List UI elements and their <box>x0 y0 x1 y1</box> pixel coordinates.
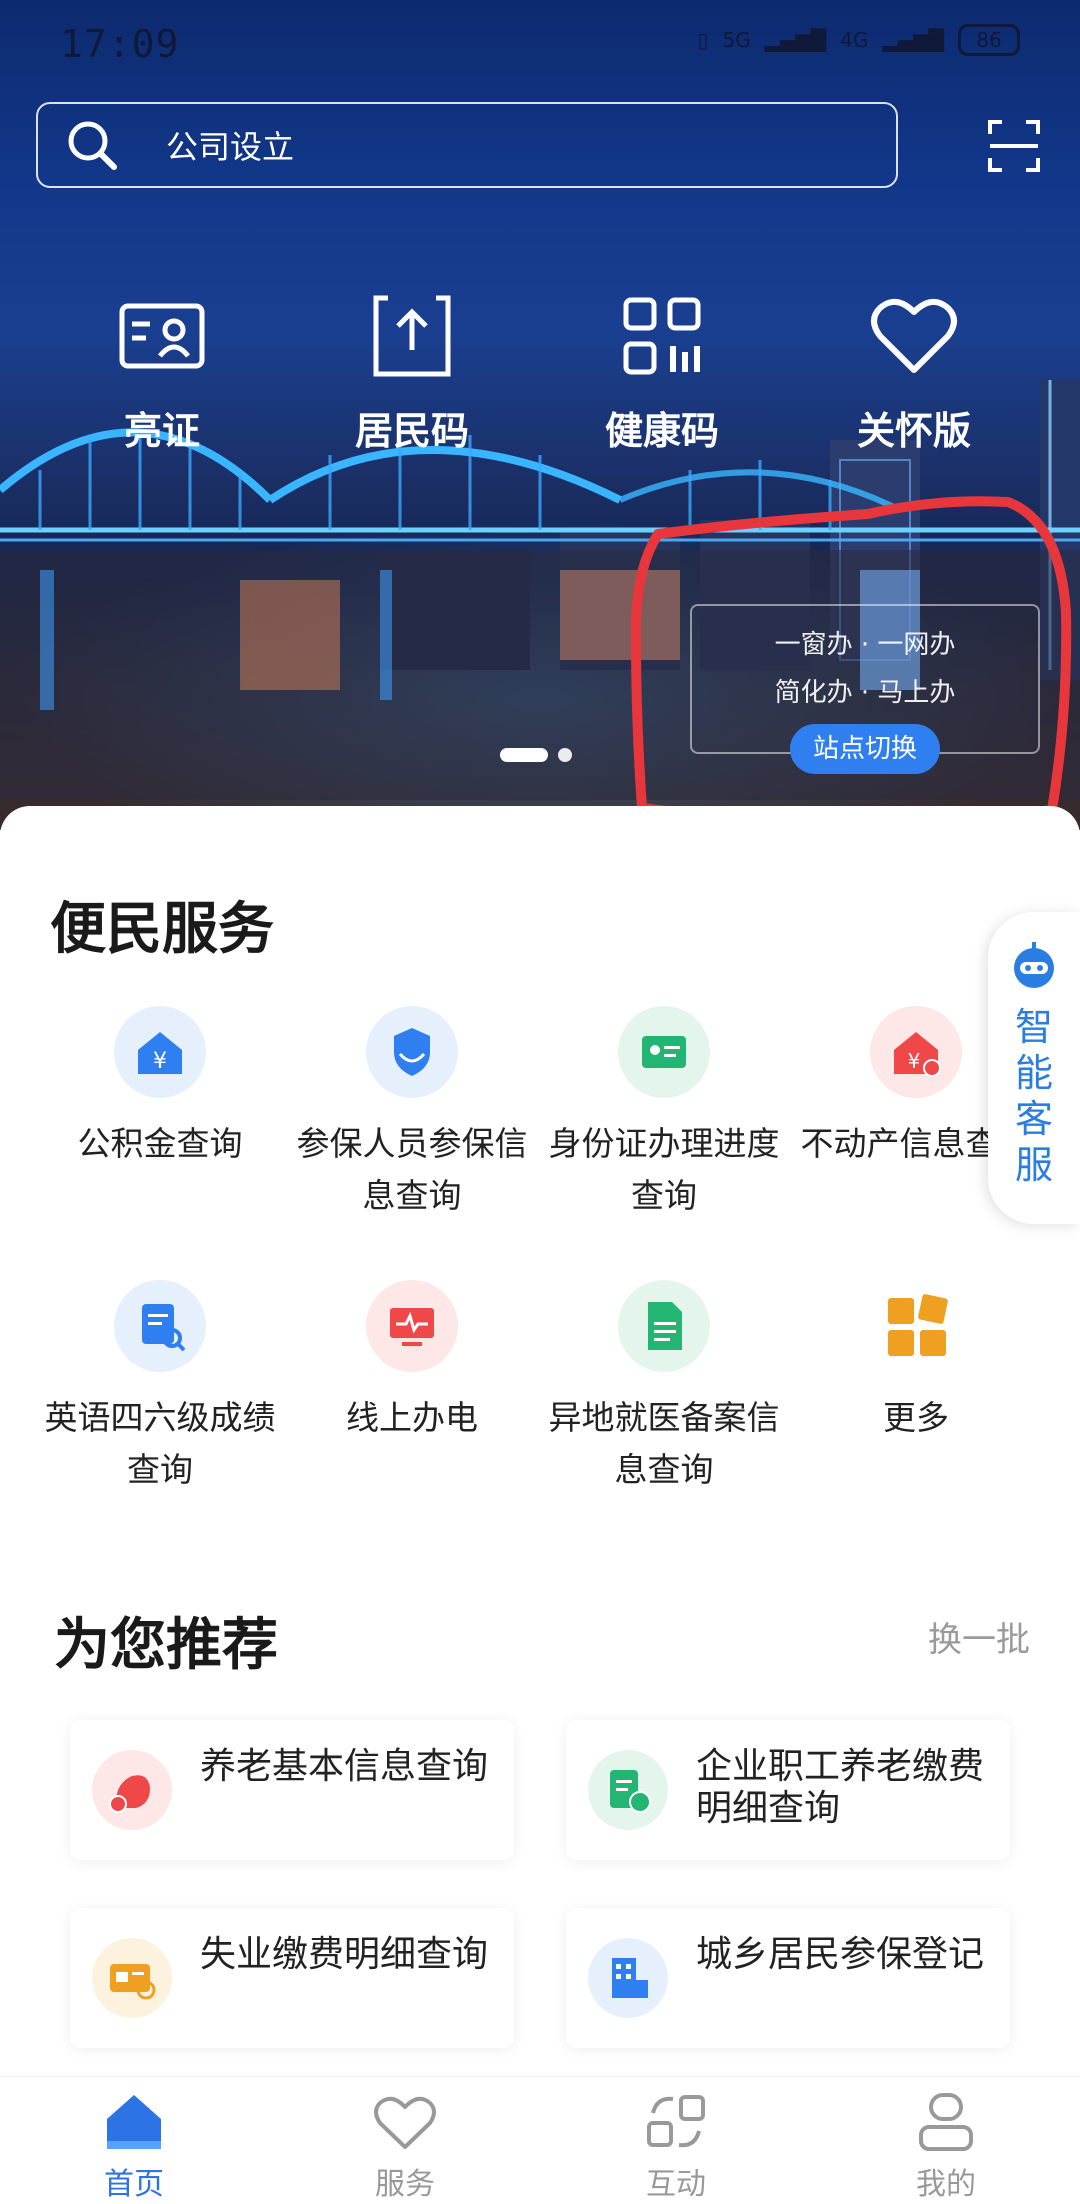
recommend-card-payment-detail[interactable]: 企业职工养老缴费明细查询 <box>566 1720 1010 1860</box>
service-label: 更多 <box>883 1398 949 1437</box>
ai-service-label: 智能客服 <box>1014 1005 1053 1187</box>
recommend-card-pension[interactable]: 养老基本信息查询 <box>70 1720 514 1860</box>
nav-interact[interactable]: 互动 <box>596 2089 756 2203</box>
nav-profile[interactable]: 我的 <box>866 2089 1026 2203</box>
network-5g-label: 5G <box>722 28 751 52</box>
upload-code-icon <box>373 295 451 377</box>
bottom-navigation: 首页 服务 互动 我的 <box>0 2076 1080 2204</box>
service-cet-score[interactable]: 英语四六级成绩查询 <box>34 1280 286 1496</box>
service-housing-fund[interactable]: ¥ 公积金查询 <box>34 1006 286 1170</box>
medical-document-icon <box>618 1280 710 1372</box>
quick-action-label: 健康码 <box>604 409 719 453</box>
electricity-icon <box>366 1280 458 1372</box>
recommend-card-unemployment[interactable]: 失业缴费明细查询 <box>70 1908 514 2048</box>
battery-icon: 86 <box>958 24 1020 56</box>
quick-action-label: 亮证 <box>123 409 200 453</box>
id-progress-icon <box>618 1006 710 1098</box>
quick-action-label: 关怀版 <box>856 409 971 453</box>
service-remote-medical[interactable]: 异地就医备案信息查询 <box>538 1280 790 1496</box>
convenience-section-title: 便民服务 <box>50 897 274 962</box>
qr-code-icon <box>623 297 701 375</box>
exam-score-icon <box>114 1280 206 1372</box>
service-label: 身份证办理进度查询 <box>548 1124 780 1215</box>
house-fund-icon: ¥ <box>114 1006 206 1098</box>
pension-icon <box>92 1750 172 1830</box>
home-icon <box>107 2095 161 2149</box>
quick-action-care-mode[interactable]: 关怀版 <box>804 290 1024 455</box>
nav-label: 我的 <box>916 2167 976 2202</box>
recommend-card-resident-insurance[interactable]: 城乡居民参保登记 <box>566 1908 1010 2048</box>
refresh-batch-button[interactable]: 换一批 <box>928 1612 1030 1661</box>
building-icon <box>588 1938 668 2018</box>
real-estate-icon: ¥ <box>870 1006 962 1098</box>
service-more[interactable]: 更多 <box>790 1280 1042 1444</box>
signal-icon: ▂▄▆█ <box>764 28 827 52</box>
unemployment-card-icon <box>92 1938 172 2018</box>
nav-services[interactable]: 服务 <box>325 2089 485 2203</box>
status-time: 17:09 <box>60 22 180 66</box>
nav-label: 互动 <box>646 2167 706 2202</box>
quick-action-label: 居民码 <box>354 409 469 453</box>
search-bar[interactable]: 公司设立 <box>36 102 898 188</box>
signal-icon: ▂▄▆█ <box>882 28 944 52</box>
recommend-label: 城乡居民参保登记 <box>696 1934 985 1975</box>
recommend-label: 失业缴费明细查询 <box>200 1934 489 1975</box>
search-icon <box>68 121 117 170</box>
service-label: 英语四六级成绩查询 <box>44 1398 276 1489</box>
network-4g-label: 4G <box>840 28 869 52</box>
recommend-label: 企业职工养老缴费明细查询 <box>696 1746 985 1829</box>
id-card-icon <box>119 303 205 369</box>
service-label: 参保人员参保信息查询 <box>296 1124 528 1215</box>
insurance-shield-icon <box>366 1006 458 1098</box>
nav-label: 服务 <box>375 2167 435 2202</box>
swap-icon <box>647 2095 705 2148</box>
service-id-progress[interactable]: 身份证办理进度查询 <box>538 1006 790 1222</box>
svg-text:¥: ¥ <box>153 1049 167 1074</box>
pagination-dot[interactable] <box>558 748 572 762</box>
pagination-dot-active[interactable] <box>500 748 548 762</box>
red-annotation-outline <box>630 496 1072 828</box>
recommend-label: 养老基本信息查询 <box>200 1746 489 1787</box>
status-bar: 17:09 ▯ 5G ▂▄▆█ 4G ▂▄▆█ 86 <box>0 0 1080 90</box>
svg-text:¥: ¥ <box>908 1049 921 1073</box>
more-grid-icon <box>870 1280 962 1372</box>
heart-icon <box>871 299 957 373</box>
quick-action-show-id[interactable]: 亮证 <box>52 290 272 455</box>
user-icon <box>919 2093 973 2151</box>
status-indicators: ▯ 5G ▂▄▆█ 4G ▂▄▆█ 86 <box>697 24 1020 56</box>
service-insured-info[interactable]: 参保人员参保信息查询 <box>286 1006 538 1222</box>
quick-action-health-code[interactable]: 健康码 <box>552 290 772 455</box>
robot-icon <box>1014 942 1054 988</box>
nav-home[interactable]: 首页 <box>54 2089 214 2203</box>
service-label: 线上办电 <box>346 1398 478 1437</box>
service-label: 公积金查询 <box>77 1124 243 1163</box>
hero-banner[interactable]: 17:09 ▯ 5G ▂▄▆█ 4G ▂▄▆█ 86 公司设立 亮证 居民码 健… <box>0 0 1080 830</box>
heart-icon <box>374 2096 436 2149</box>
service-online-electricity[interactable]: 线上办电 <box>286 1280 538 1444</box>
payment-detail-icon <box>588 1750 668 1830</box>
nav-label: 首页 <box>104 2167 164 2202</box>
vibrate-icon: ▯ <box>697 28 709 52</box>
banner-pagination[interactable] <box>500 748 572 762</box>
service-label: 异地就医备案信息查询 <box>548 1398 780 1489</box>
ai-service-tab[interactable]: 智能客服 <box>988 912 1080 1224</box>
quick-action-resident-code[interactable]: 居民码 <box>302 290 522 455</box>
search-input[interactable]: 公司设立 <box>166 122 294 168</box>
scan-icon[interactable] <box>986 118 1042 174</box>
recommend-section-title: 为您推荐 <box>54 1613 278 1678</box>
